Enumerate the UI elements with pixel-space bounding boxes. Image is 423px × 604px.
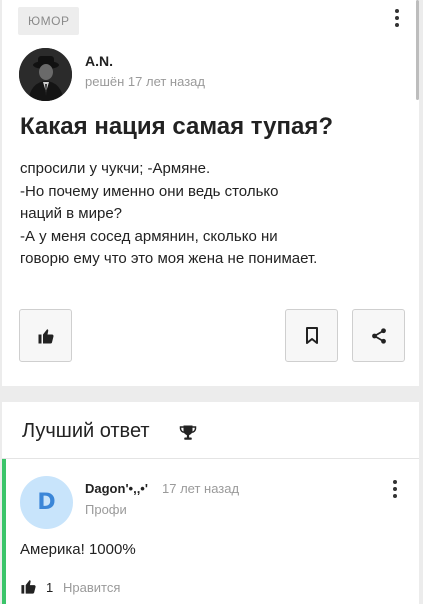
answer-text: Америка! 1000% (20, 541, 136, 558)
question-body-text: спросили у чукчи; -Армяне. -Но почему им… (20, 160, 318, 267)
author-name[interactable]: A.N. (85, 53, 113, 69)
answer-time: 17 лет назад (162, 481, 240, 496)
author-avatar[interactable] (19, 48, 72, 101)
thumbs-up-icon (38, 328, 54, 343)
answer-author-name[interactable]: Dagon'•,,•' (85, 481, 148, 496)
best-answer-card: Лучший ответ D Dagon'•,,•' 17 лет назад … (2, 402, 419, 604)
question-body: спросили у чукчи; -Армяне. -Но почему им… (20, 158, 320, 271)
question-card: ЮМОР A.N. решён 17 лет назад Какая нация… (2, 0, 419, 386)
question-status: решён 17 лет назад (85, 74, 205, 89)
trophy-icon (179, 425, 197, 440)
like-count: 1 (46, 580, 54, 595)
more-vertical-icon[interactable] (391, 480, 399, 498)
question-title: Какая нация самая тупая? (20, 113, 333, 140)
best-answer-heading: Лучший ответ (22, 420, 150, 442)
category-tag[interactable]: ЮМОР (18, 7, 80, 35)
divider (2, 458, 419, 459)
best-answer-accent (2, 459, 6, 604)
scrollbar[interactable] (416, 0, 419, 100)
thumbs-up-icon[interactable] (20, 578, 37, 595)
bookmark-button[interactable] (285, 309, 338, 362)
answer-author-avatar[interactable]: D (20, 476, 73, 529)
like-label[interactable]: Нравится (63, 580, 120, 595)
share-icon (371, 327, 386, 344)
more-vertical-icon[interactable] (393, 9, 401, 27)
bookmark-icon (305, 326, 318, 344)
share-button[interactable] (352, 309, 405, 362)
avatar-image (19, 48, 72, 101)
answer-author-rank: Профи (85, 502, 127, 517)
like-button[interactable] (19, 309, 72, 362)
